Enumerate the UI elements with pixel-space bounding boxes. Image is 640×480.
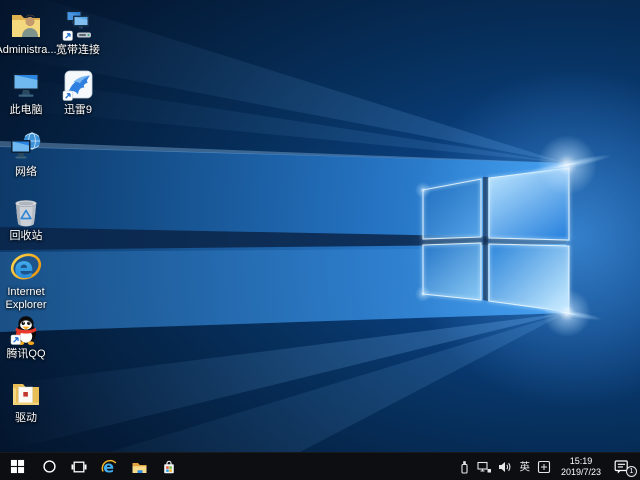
taskbar-internet-explorer-button[interactable]: e [94, 453, 124, 480]
computer-icon [9, 68, 43, 102]
cortana-circle-icon [42, 459, 57, 474]
desktop-icon-drivers[interactable]: 驱动 [0, 376, 60, 425]
taskbar-buttons: e [0, 453, 184, 480]
taskbar-file-explorer-button[interactable] [124, 453, 154, 480]
qq-penguin-icon [9, 312, 43, 346]
windows-logo-icon [10, 459, 25, 474]
network-globe-icon [9, 130, 43, 164]
windows-desktop: Administra... 宽带连接 [0, 0, 640, 480]
desktop-icon-label: 此电脑 [10, 104, 43, 117]
ime-language-indicator[interactable]: 英 [515, 453, 534, 480]
desktop-icon-label: Internet Explorer [0, 286, 60, 312]
store-bag-icon [161, 459, 177, 475]
desktop-icon-network[interactable]: 网络 [0, 130, 60, 179]
desktop-icon-area: Administra... 宽带连接 [0, 0, 640, 452]
desktop-icon-tencent-qq[interactable]: 腾讯QQ [0, 312, 60, 361]
desktop-icon-recycle-bin[interactable]: 回收站 [0, 194, 60, 243]
desktop-icon-label: 回收站 [10, 230, 43, 243]
desktop-icon-label: 迅雷9 [64, 104, 92, 117]
task-view-icon [71, 459, 87, 475]
usb-device-icon [458, 460, 471, 474]
broadband-connection-icon [61, 8, 95, 42]
svg-text:e: e [103, 458, 114, 476]
search-button[interactable] [34, 453, 64, 480]
ime-mode-button[interactable] [534, 453, 554, 480]
desktop-icon-label: 驱动 [15, 412, 37, 425]
taskbar-store-button[interactable] [154, 453, 184, 480]
system-tray: 英 15:19 2019/7/23 1 [455, 453, 640, 480]
ie-icon: e [9, 250, 43, 284]
start-button[interactable] [0, 453, 34, 480]
network-tray-button[interactable] [474, 453, 495, 480]
action-center-button[interactable]: 1 [608, 453, 636, 480]
usb-tray-button[interactable] [455, 453, 474, 480]
desktop-icon-label: 网络 [15, 166, 37, 179]
ie-icon: e [100, 458, 118, 476]
user-folder-icon [9, 8, 43, 42]
xunlei-bird-icon [61, 68, 95, 102]
clock-time: 15:19 [561, 456, 601, 467]
volume-tray-button[interactable] [495, 453, 515, 480]
recycle-bin-icon [9, 194, 43, 228]
taskbar-clock[interactable]: 15:19 2019/7/23 [554, 456, 608, 477]
desktop-icon-label: 腾讯QQ [6, 348, 45, 361]
ethernet-pc-icon [477, 460, 492, 474]
desktop-icon-broadband-connection[interactable]: 宽带连接 [44, 8, 112, 57]
clock-date: 2019/7/23 [561, 467, 601, 478]
desktop-icon-internet-explorer[interactable]: e Internet Explorer [0, 250, 60, 312]
desktop-icon-label: 宽带连接 [56, 44, 100, 57]
notification-badge: 1 [626, 466, 637, 477]
folder-icon [131, 459, 148, 475]
document-folder-icon [9, 376, 43, 410]
desktop-icon-xunlei-9[interactable]: 迅雷9 [44, 68, 112, 117]
svg-text:e: e [14, 251, 34, 285]
task-view-button[interactable] [64, 453, 94, 480]
speaker-icon [498, 460, 512, 474]
taskbar: e [0, 452, 640, 480]
ime-grid-icon [537, 460, 551, 474]
